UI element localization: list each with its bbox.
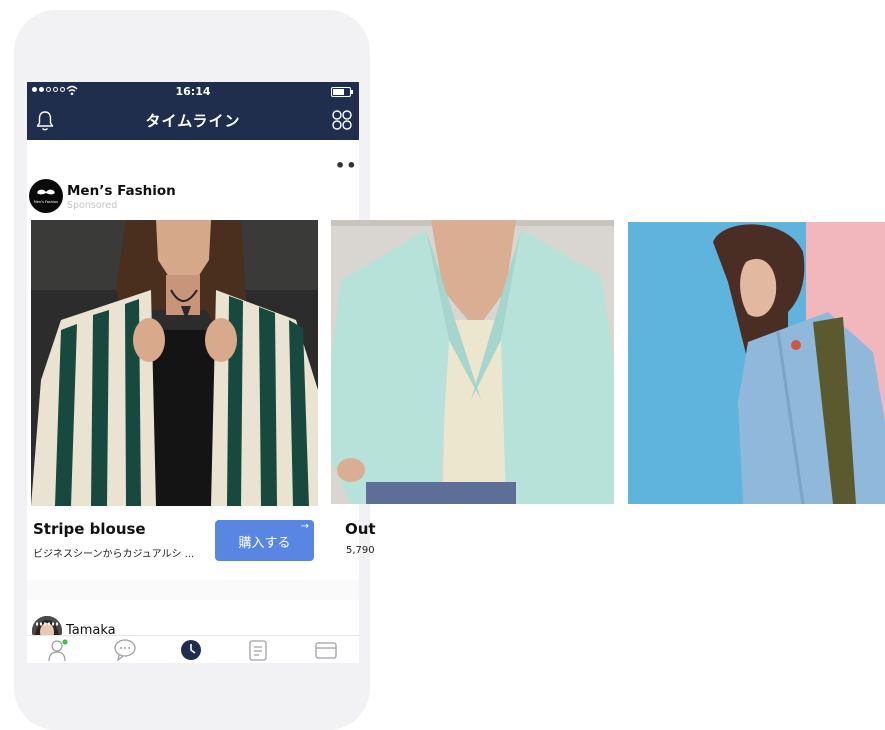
sponsored-label: Sponsored <box>67 200 118 211</box>
battery-icon <box>331 87 353 97</box>
news-icon <box>249 640 267 661</box>
chat-icon <box>114 639 136 661</box>
brand-name[interactable]: Men’s Fashion <box>67 183 176 199</box>
post-more-button[interactable]: ••• <box>335 156 359 175</box>
next-product-name[interactable]: Out <box>345 520 376 538</box>
app-header: タイムライン <box>27 102 359 140</box>
service-grid-icon[interactable] <box>331 109 353 131</box>
brand-logo-text: Men's Fashion <box>33 200 59 204</box>
tab-friends[interactable] <box>47 639 71 661</box>
carousel-photo-denim-jacket[interactable] <box>628 222 885 504</box>
tab-bar <box>27 635 359 663</box>
tab-chats[interactable] <box>113 639 137 661</box>
tab-wallet[interactable] <box>314 639 338 661</box>
tab-news[interactable] <box>246 639 270 661</box>
product-name[interactable]: Stripe blouse <box>33 520 146 538</box>
arrow-right-icon: → <box>300 521 309 532</box>
status-time: 16:14 <box>175 85 211 98</box>
carousel-photo-striped-blazer[interactable] <box>31 220 318 506</box>
product-description: ビジネスシーンからカジュアルシ ... <box>33 549 195 560</box>
wallet-icon <box>315 642 337 659</box>
mustache-logo-icon <box>37 189 55 195</box>
status-bar: 16:14 <box>27 82 359 102</box>
next-product-price: 5,790 <box>346 545 375 556</box>
buy-button[interactable]: 購入する → <box>215 520 314 561</box>
tab-timeline[interactable] <box>179 639 203 661</box>
carousel-photo-mint-jacket[interactable] <box>331 220 614 504</box>
buy-button-label: 購入する <box>238 536 291 551</box>
timeline-icon <box>181 640 201 660</box>
page-title: タイムライン <box>145 112 241 130</box>
brand-avatar[interactable]: Men's Fashion <box>29 179 63 213</box>
post-divider <box>27 580 359 600</box>
friends-icon <box>48 639 68 661</box>
